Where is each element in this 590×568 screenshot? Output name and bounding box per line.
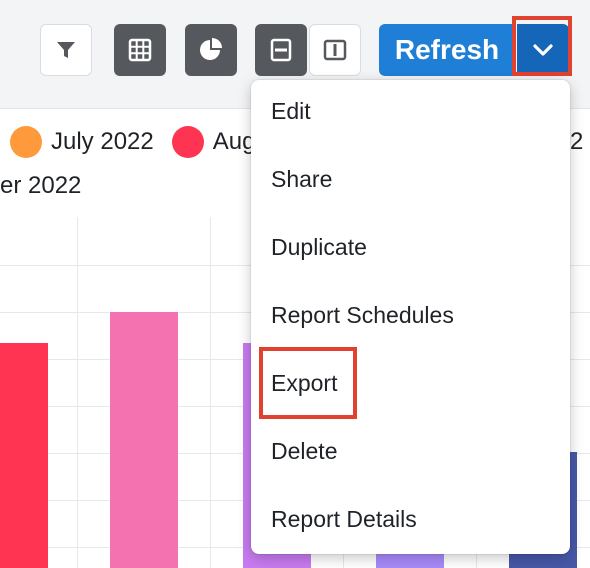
menu-item-edit[interactable]: Edit <box>251 88 570 134</box>
chart-bar-2 <box>110 312 178 568</box>
legend-label-july: July 2022 <box>51 128 154 155</box>
menu-item-report-details[interactable]: Report Details <box>251 496 570 542</box>
refresh-label: Refresh <box>394 34 500 65</box>
legend-row-2: er 2022 <box>0 172 81 200</box>
columns-layout-button[interactable] <box>309 24 361 76</box>
refresh-button[interactable]: Refresh <box>379 24 515 76</box>
gridline <box>210 217 211 568</box>
legend-label-september-partial: er 2022 <box>0 172 82 199</box>
menu-item-delete[interactable]: Delete <box>251 428 570 474</box>
rows-layout-button[interactable] <box>255 24 307 76</box>
menu-item-report-schedules[interactable]: Report Schedules <box>251 292 570 338</box>
menu-item-duplicate[interactable]: Duplicate <box>251 224 570 270</box>
chart-legend: July 2022 Aug <box>10 126 255 158</box>
dropdown-highlight-box <box>512 16 572 76</box>
legend-dot-aug <box>171 126 204 158</box>
pie-chart-icon <box>200 38 222 60</box>
filter-button[interactable] <box>40 24 92 76</box>
legend-label-aug: Aug <box>212 128 256 155</box>
actions-dropdown-menu: Edit Share Duplicate Report Schedules Ex… <box>251 80 570 554</box>
legend-dot-july <box>10 126 42 158</box>
chart-view-button[interactable] <box>185 24 237 76</box>
chart-bar-1 <box>0 343 48 568</box>
gridline <box>77 217 78 568</box>
legend-label-partial: 2 <box>570 128 584 155</box>
columns-layout-icon <box>323 39 347 61</box>
export-highlight-box <box>259 347 357 419</box>
rows-layout-icon <box>270 38 292 62</box>
legend-label-right-fragment: 2 <box>570 128 583 156</box>
filter-icon <box>57 42 75 58</box>
table-view-button[interactable] <box>114 24 166 76</box>
grid-icon <box>128 38 152 62</box>
menu-item-share[interactable]: Share <box>251 156 570 202</box>
